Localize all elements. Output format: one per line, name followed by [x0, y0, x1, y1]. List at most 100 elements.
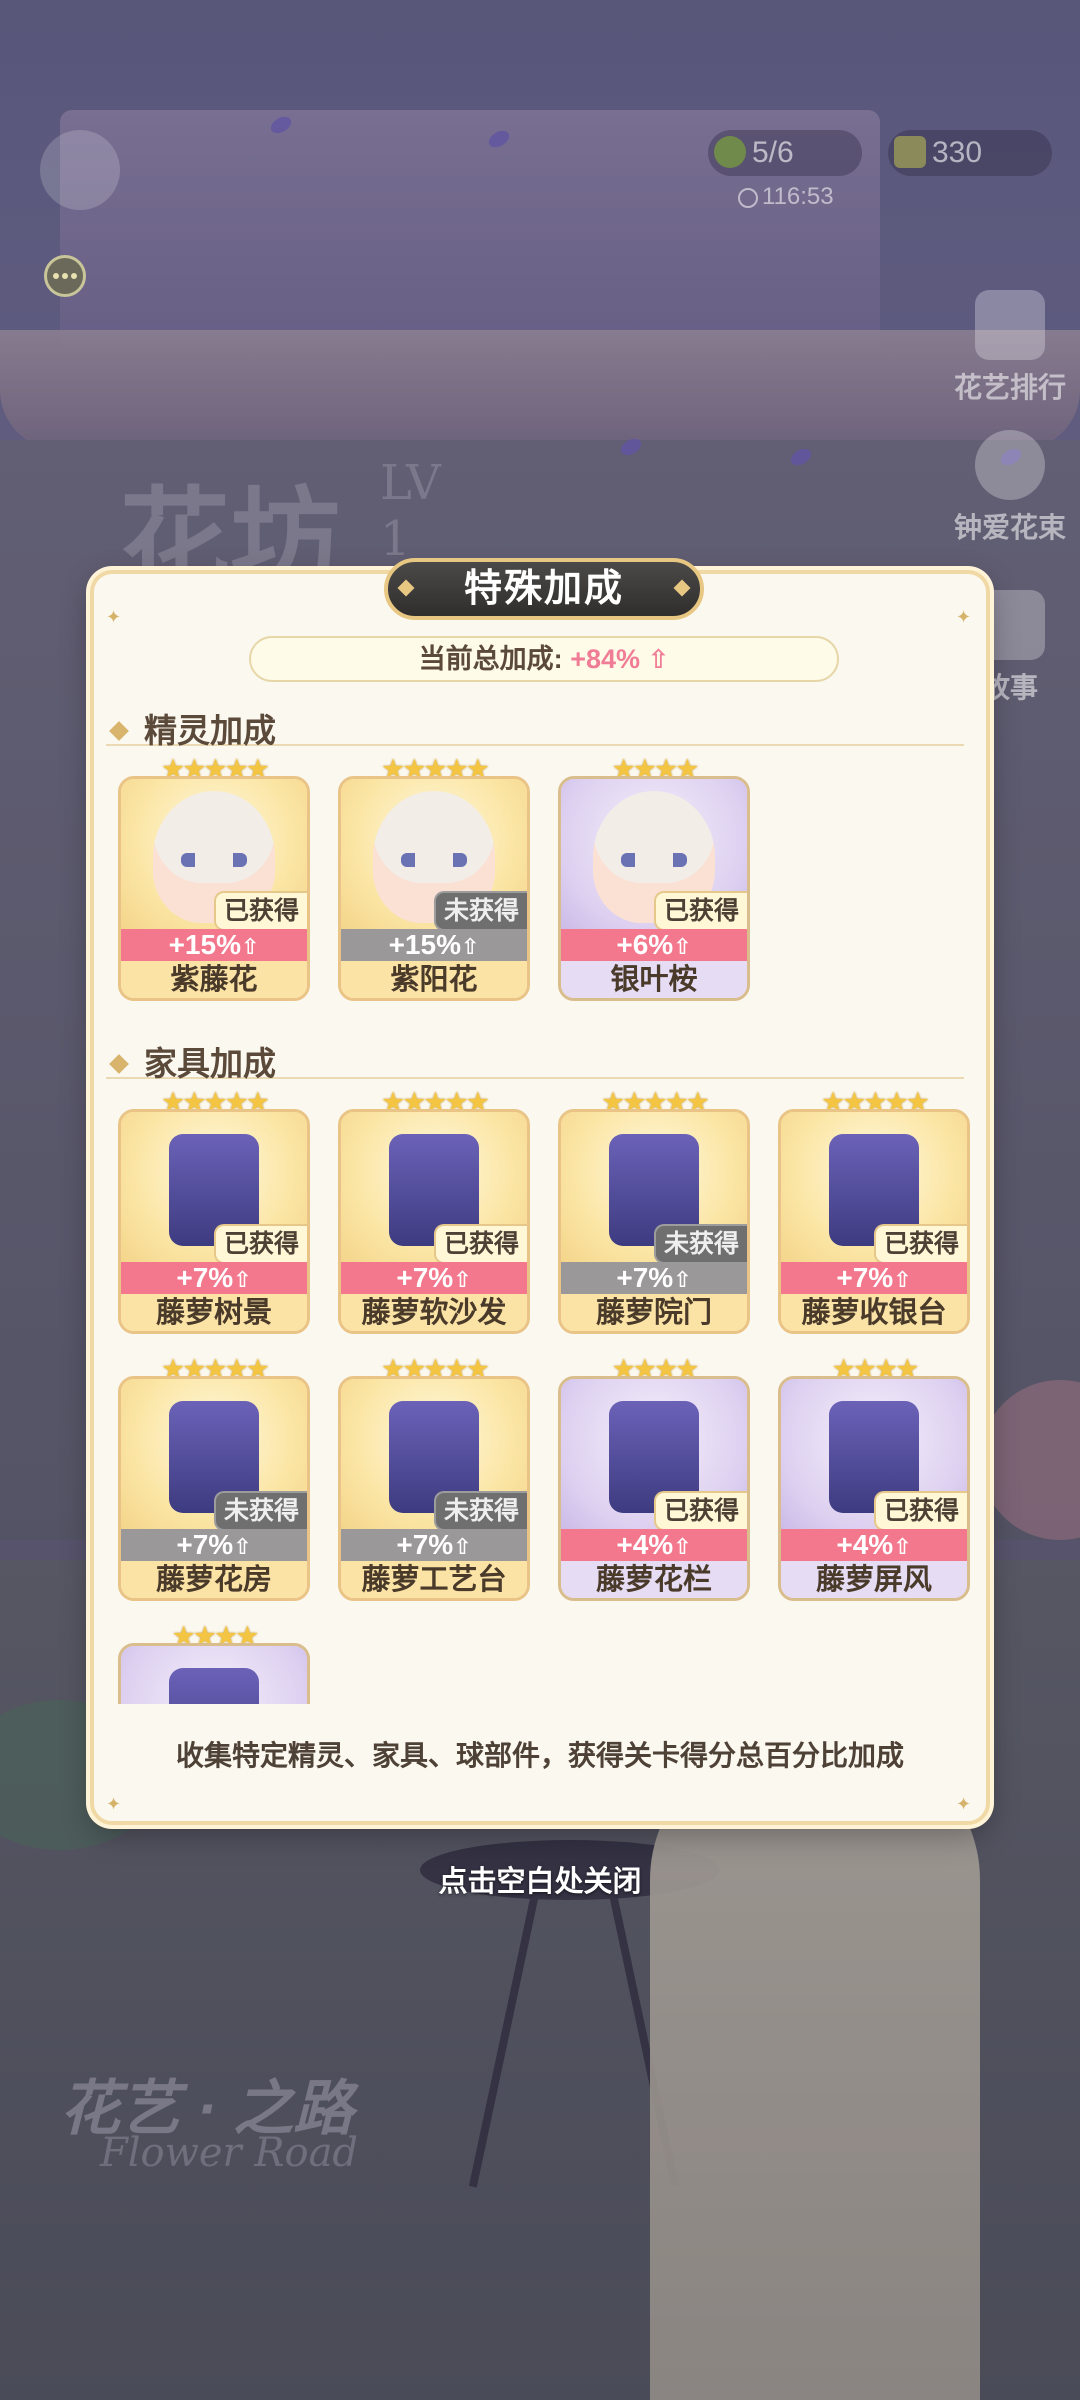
bonus-value: +7% — [176, 1262, 234, 1293]
card-name: 藤萝院门 — [561, 1294, 747, 1331]
card-frame: 已获得 +6%⇧ 银叶桉 — [558, 776, 750, 1001]
side-button-label: 钟爱花束 — [953, 512, 1066, 543]
card-frame — [118, 1643, 310, 1704]
furniture-card[interactable]: ★★★★ 已获得 +4%⇧ 藤萝屏风 — [778, 1354, 970, 1601]
card-name: 藤萝屏风 — [781, 1561, 967, 1598]
energy-counter[interactable]: 5/6 — [708, 130, 862, 176]
arrow-up-icon: ⇧ — [240, 934, 260, 959]
bonus-value: +15% — [388, 929, 461, 960]
bonus-percent: +7%⇧ — [121, 1529, 307, 1561]
section-header-furniture: 家具加成 — [106, 1037, 964, 1082]
currency-value: 330 — [932, 136, 983, 169]
clock-icon — [738, 188, 758, 208]
side-button-label: 花艺排行 — [953, 372, 1066, 403]
arrow-up-icon: ⇧ — [233, 1534, 252, 1559]
not-owned-badge: 未获得 — [433, 1491, 527, 1531]
bonus-percent: +6%⇧ — [561, 929, 747, 961]
modal-title: 特殊加成 — [384, 558, 704, 620]
spirit-card[interactable]: ★★★★ 已获得 +6%⇧ 银叶桉 — [558, 754, 750, 1001]
section-title: 精灵加成 — [144, 712, 276, 749]
card-name: 藤萝花房 — [121, 1561, 307, 1598]
owned-badge: 已获得 — [433, 1224, 527, 1264]
spirit-card[interactable]: ★★★★★ 未获得 +15%⇧ 紫阳花 — [338, 754, 530, 1001]
more-menu-icon[interactable] — [44, 255, 86, 297]
ticket-currency-icon — [894, 136, 926, 168]
arrow-up-icon: ⇧ — [893, 1267, 912, 1292]
modal-footer-description: 收集特定精灵、家具、球部件，获得关卡得分总百分比加成 — [175, 1740, 904, 1771]
bonus-value: +7% — [396, 1529, 454, 1560]
arrow-up-icon: ⇧ — [460, 934, 480, 959]
leaf-energy-icon — [714, 136, 746, 168]
diamond-icon — [109, 1054, 129, 1074]
spirit-card[interactable]: ★★★★★ 已获得 +15%⇧ 紫藤花 — [118, 754, 310, 1001]
side-button-label: 故事 — [981, 672, 1038, 703]
bonus-percent: +15%⇧ — [121, 929, 307, 961]
diamond-icon — [109, 721, 129, 741]
bonus-value: +15% — [168, 929, 241, 960]
arrow-up-icon: ⇧ — [673, 1534, 692, 1559]
energy-timer: 116:53 — [738, 183, 834, 211]
furniture-card[interactable]: ★★★★★ 未获得 +7%⇧ 藤萝院门 — [558, 1087, 750, 1334]
owned-badge: 已获得 — [653, 891, 747, 931]
arrow-up-icon: ⇧ — [647, 644, 670, 674]
arrow-up-icon: ⇧ — [233, 1267, 252, 1292]
bonus-value: +7% — [396, 1262, 454, 1293]
corner-ornament: ✦ — [956, 1794, 972, 1814]
card-frame: 已获得 +7%⇧ 藤萝树景 — [118, 1109, 310, 1334]
currency-counter[interactable]: 330 — [888, 130, 1052, 176]
bonus-percent: +7%⇧ — [561, 1262, 747, 1294]
bouquet-icon — [975, 430, 1045, 500]
card-name: 藤萝花栏 — [561, 1561, 747, 1598]
bonus-percent: +7%⇧ — [781, 1262, 967, 1294]
card-art — [121, 1646, 307, 1704]
furniture-card[interactable]: ★★★★★ 已获得 +7%⇧ 藤萝树景 — [118, 1087, 310, 1334]
side-button-bouquet[interactable]: 钟爱花束 — [950, 430, 1070, 546]
furniture-image — [169, 1668, 259, 1704]
furniture-card[interactable]: ★★★★★ 已获得 +7%⇧ 藤萝软沙发 — [338, 1087, 530, 1334]
special-bonus-modal: ✦ ✦ ✦ ✦ 特殊加成 当前总加成: +84% ⇧ 精灵加成 ★★★★★ 已获得… — [90, 558, 990, 1825]
arrow-up-icon: ⇧ — [673, 1267, 692, 1292]
furniture-card[interactable]: ★★★★ — [118, 1621, 310, 1704]
card-frame: 已获得 +7%⇧ 藤萝收银台 — [778, 1109, 970, 1334]
not-owned-badge: 未获得 — [433, 891, 527, 931]
furniture-card[interactable]: ★★★★★ 已获得 +7%⇧ 藤萝收银台 — [778, 1087, 970, 1334]
side-button-ranking[interactable]: 花艺排行 — [950, 290, 1070, 406]
furniture-card[interactable]: ★★★★★ 未获得 +7%⇧ 藤萝花房 — [118, 1354, 310, 1601]
card-frame: 已获得 +4%⇧ 藤萝屏风 — [778, 1376, 970, 1601]
card-frame: 未获得 +7%⇧ 藤萝院门 — [558, 1109, 750, 1334]
bonus-percent: +4%⇧ — [781, 1529, 967, 1561]
card-name: 银叶桉 — [561, 961, 747, 998]
card-name: 紫阳花 — [341, 961, 527, 998]
not-owned-badge: 未获得 — [653, 1224, 747, 1264]
corner-ornament: ✦ — [956, 607, 972, 627]
bonus-value: +7% — [836, 1262, 894, 1293]
total-bonus-label: 当前总加成: — [418, 644, 563, 674]
close-hint[interactable]: 点击空白处关闭 — [0, 1858, 1080, 1900]
furniture-card[interactable]: ★★★★ 已获得 +4%⇧ 藤萝花栏 — [558, 1354, 750, 1601]
bonus-list-scroll[interactable]: 精灵加成 ★★★★★ 已获得 +15%⇧ 紫藤花 ★★★★★ 未获得 +15%⇧ 紫阳花 ★★★… — [94, 704, 994, 1704]
not-owned-badge: 未获得 — [213, 1491, 307, 1531]
total-bonus-bar: 当前总加成: +84% ⇧ — [249, 636, 839, 682]
card-name: 紫藤花 — [121, 961, 307, 998]
bonus-value: +4% — [836, 1529, 894, 1560]
owned-badge: 已获得 — [653, 1491, 747, 1531]
bonus-percent: +7%⇧ — [341, 1262, 527, 1294]
top-resource-bar: 5/6 330 — [700, 130, 1060, 180]
section-header-spirits: 精灵加成 — [106, 704, 964, 749]
arrow-up-icon: ⇧ — [673, 934, 692, 959]
dragonfly-back-icon[interactable] — [40, 130, 120, 210]
card-frame: 未获得 +7%⇧ 藤萝工艺台 — [338, 1376, 530, 1601]
bonus-value: +7% — [616, 1262, 674, 1293]
furniture-card[interactable]: ★★★★★ 未获得 +7%⇧ 藤萝工艺台 — [338, 1354, 530, 1601]
arrow-up-icon: ⇧ — [893, 1534, 912, 1559]
card-frame: 未获得 +7%⇧ 藤萝花房 — [118, 1376, 310, 1601]
bonus-percent: +15%⇧ — [341, 929, 527, 961]
bonus-value: +4% — [616, 1529, 674, 1560]
owned-badge: 已获得 — [873, 1224, 967, 1264]
owned-badge: 已获得 — [213, 891, 307, 931]
card-frame: 未获得 +15%⇧ 紫阳花 — [338, 776, 530, 1001]
bonus-value: +6% — [616, 929, 674, 960]
bonus-percent: +7%⇧ — [121, 1262, 307, 1294]
bonus-value: +7% — [176, 1529, 234, 1560]
card-name: 藤萝工艺台 — [341, 1561, 527, 1598]
